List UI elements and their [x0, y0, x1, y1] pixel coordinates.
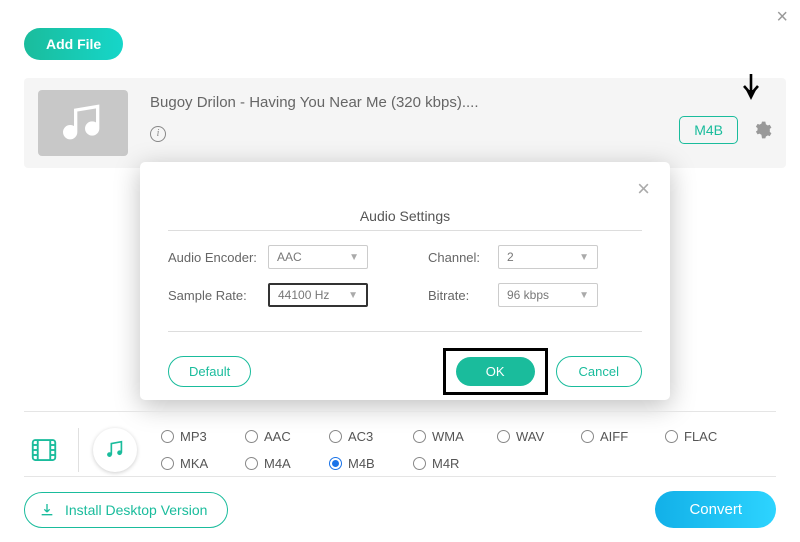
- arrow-annotation: [742, 74, 760, 107]
- format-mka[interactable]: MKA: [161, 456, 245, 471]
- encoder-label: Audio Encoder:: [168, 250, 268, 265]
- format-radio-group: MP3 AAC AC3 WMA WAV AIFF FLAC MKA M4A M4…: [161, 429, 749, 471]
- bitrate-label: Bitrate:: [428, 288, 498, 303]
- music-note-icon: [61, 101, 105, 145]
- file-thumbnail: [38, 90, 128, 156]
- channel-select[interactable]: 2▼: [498, 245, 598, 269]
- chevron-down-icon: ▼: [349, 252, 359, 263]
- default-button[interactable]: Default: [168, 356, 251, 387]
- info-icon[interactable]: i: [150, 126, 166, 142]
- cancel-button[interactable]: Cancel: [556, 356, 642, 387]
- file-title: Bugoy Drilon - Having You Near Me (320 k…: [150, 94, 679, 111]
- ok-button[interactable]: OK: [456, 357, 535, 386]
- format-aiff[interactable]: AIFF: [581, 429, 665, 444]
- sample-rate-select[interactable]: 44100 Hz▼: [268, 283, 368, 307]
- bitrate-select[interactable]: 96 kbps▼: [498, 283, 598, 307]
- modal-close-icon[interactable]: ×: [637, 176, 650, 202]
- encoder-select[interactable]: AAC▼: [268, 245, 368, 269]
- divider: [78, 428, 79, 472]
- format-m4a[interactable]: M4A: [245, 456, 329, 471]
- bottom-bar: Install Desktop Version Convert: [24, 476, 776, 528]
- download-icon: [39, 502, 55, 518]
- format-wav[interactable]: WAV: [497, 429, 581, 444]
- format-badge[interactable]: M4B: [679, 116, 738, 144]
- format-aac[interactable]: AAC: [245, 429, 329, 444]
- install-desktop-button[interactable]: Install Desktop Version: [24, 492, 228, 528]
- format-flac[interactable]: FLAC: [665, 429, 749, 444]
- format-wma[interactable]: WMA: [413, 429, 497, 444]
- chevron-down-icon: ▼: [579, 252, 589, 263]
- gear-icon[interactable]: [752, 120, 772, 140]
- format-ac3[interactable]: AC3: [329, 429, 413, 444]
- ok-highlight-box: OK: [443, 348, 548, 395]
- audio-formats-icon[interactable]: [93, 428, 137, 472]
- chevron-down-icon: ▼: [579, 290, 589, 301]
- video-formats-icon[interactable]: [24, 430, 64, 470]
- chevron-down-icon: ▼: [348, 290, 358, 301]
- convert-button[interactable]: Convert: [655, 491, 776, 528]
- channel-label: Channel:: [428, 250, 498, 265]
- add-file-button[interactable]: Add File: [24, 28, 123, 60]
- format-m4b[interactable]: M4B: [329, 456, 413, 471]
- modal-title: Audio Settings: [168, 208, 642, 224]
- file-item: Bugoy Drilon - Having You Near Me (320 k…: [24, 78, 786, 168]
- audio-settings-modal: × Audio Settings Audio Encoder: AAC▼ Cha…: [140, 162, 670, 400]
- sample-rate-label: Sample Rate:: [168, 288, 268, 303]
- format-m4r[interactable]: M4R: [413, 456, 497, 471]
- format-bar: MP3 AAC AC3 WMA WAV AIFF FLAC MKA M4A M4…: [24, 411, 776, 472]
- format-mp3[interactable]: MP3: [161, 429, 245, 444]
- close-icon[interactable]: ×: [776, 6, 788, 29]
